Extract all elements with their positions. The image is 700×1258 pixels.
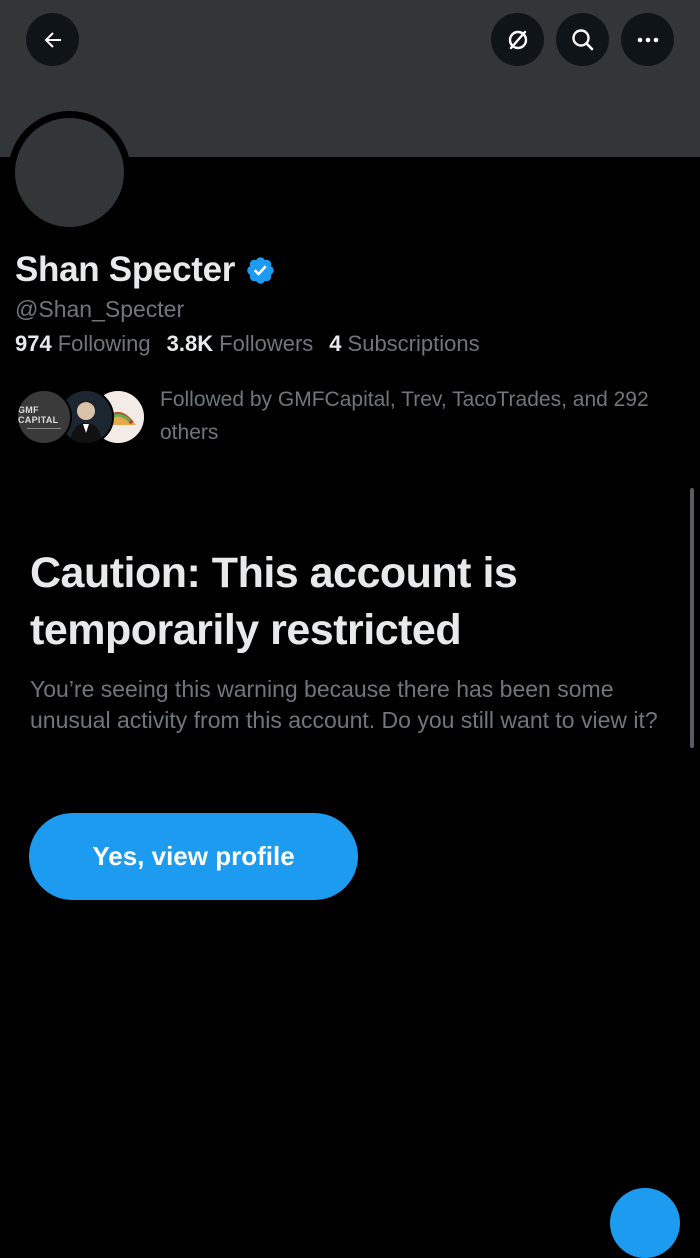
search-button[interactable]	[556, 13, 609, 66]
restriction-message: You’re seeing this warning because there…	[30, 676, 658, 733]
more-button[interactable]	[621, 13, 674, 66]
followers-stat[interactable]: 3.8K Followers	[167, 331, 314, 357]
profile-name-row: Shan Specter	[15, 250, 276, 290]
verified-badge-icon[interactable]	[245, 255, 276, 286]
compose-button[interactable]	[610, 1188, 680, 1258]
followed-by-text[interactable]: Followed by GMFCapital, Trev, TacoTrades…	[160, 383, 660, 449]
more-horizontal-icon	[637, 37, 658, 42]
follower-avatar-gmfcapital[interactable]: GMF CAPITAL	[16, 389, 72, 445]
profile-stats: 974 Following 3.8K Followers 4 Subscription…	[15, 331, 480, 357]
arrow-left-icon	[44, 31, 61, 48]
profile-handle: @Shan_Specter	[15, 296, 185, 322]
view-profile-button[interactable]: Yes, view profile	[29, 813, 358, 900]
subscriptions-stat[interactable]: 4 Subscriptions	[329, 331, 479, 357]
restriction-title: Caution: This account is temporarily res…	[30, 549, 518, 654]
grok-button[interactable]	[491, 13, 544, 66]
following-stat[interactable]: 974 Following	[15, 331, 151, 357]
avatar[interactable]	[15, 118, 124, 227]
profile-name: Shan Specter	[15, 250, 236, 289]
grok-icon	[508, 30, 527, 49]
back-button[interactable]	[26, 13, 79, 66]
profile-avatar-frame[interactable]	[8, 111, 131, 234]
search-icon	[571, 28, 593, 50]
gmf-capital-logo-text: GMF CAPITAL	[18, 405, 59, 425]
scrollbar[interactable]	[690, 488, 694, 748]
